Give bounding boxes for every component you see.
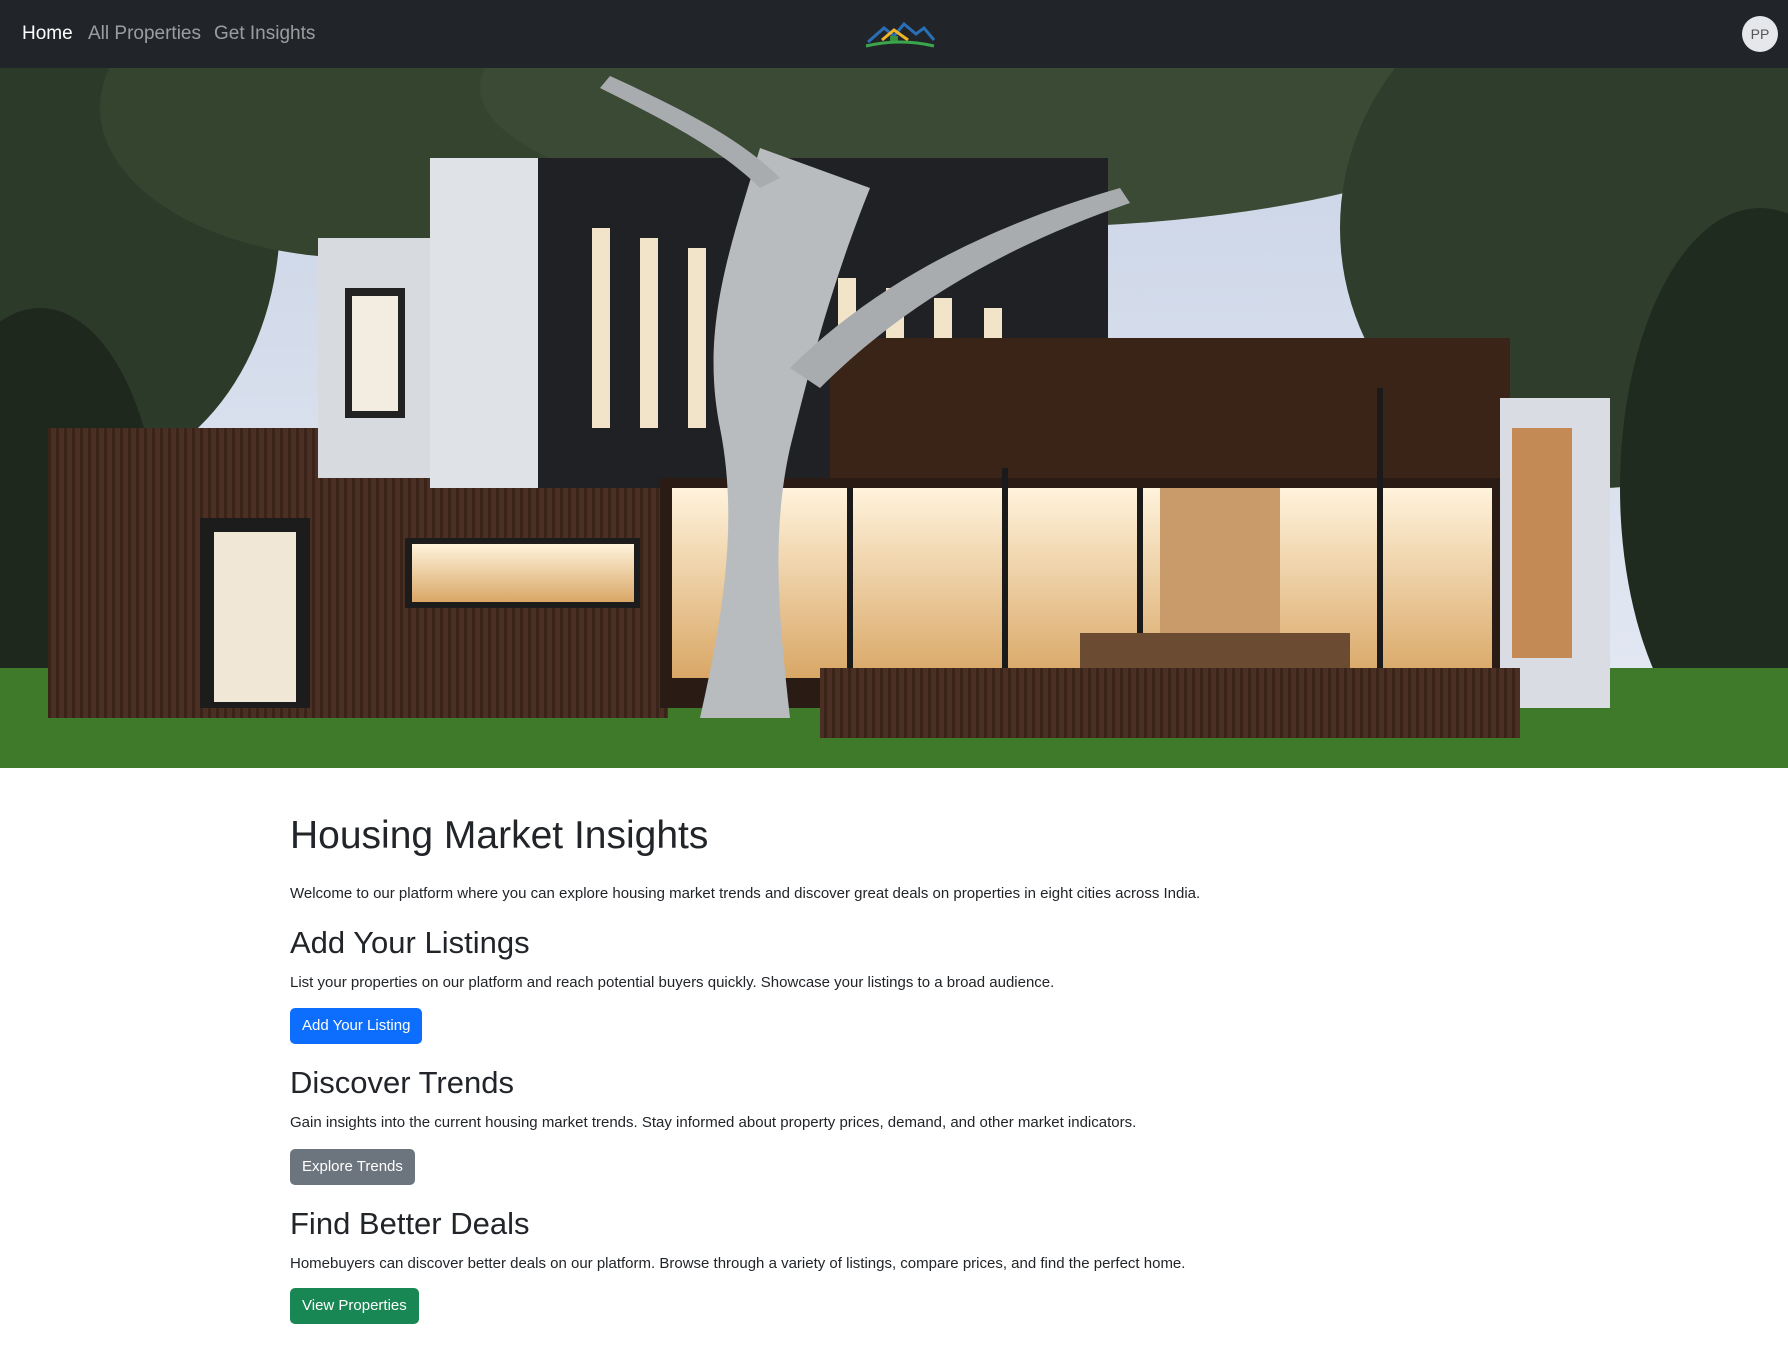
nav-link-home[interactable]: Home	[22, 21, 73, 47]
house-mountain-logo-icon[interactable]	[864, 18, 936, 52]
intro-text: Welcome to our platform where you can ex…	[290, 885, 1201, 902]
hero-image	[0, 68, 1788, 768]
add-listing-button[interactable]: Add Your Listing	[290, 1008, 423, 1044]
section-heading-discover-trends: Discover Trends	[290, 1065, 514, 1100]
page-title: Housing Market Insights	[290, 814, 709, 857]
navbar: Home All Properties Get Insights PP	[0, 0, 1788, 68]
explore-trends-button[interactable]: Explore Trends	[290, 1149, 415, 1185]
nav-link-all-properties[interactable]: All Properties	[88, 21, 201, 47]
user-avatar[interactable]: PP	[1742, 16, 1778, 52]
section-text-discover-trends: Gain insights into the current housing m…	[290, 1114, 1137, 1131]
view-properties-button[interactable]: View Properties	[290, 1288, 419, 1324]
section-text-add-listings: List your properties on our platform and…	[290, 974, 1055, 991]
nav-link-get-insights[interactable]: Get Insights	[214, 21, 315, 47]
section-text-find-deals: Homebuyers can discover better deals on …	[290, 1255, 1186, 1272]
section-heading-add-listings: Add Your Listings	[290, 925, 530, 960]
section-heading-find-deals: Find Better Deals	[290, 1206, 530, 1241]
